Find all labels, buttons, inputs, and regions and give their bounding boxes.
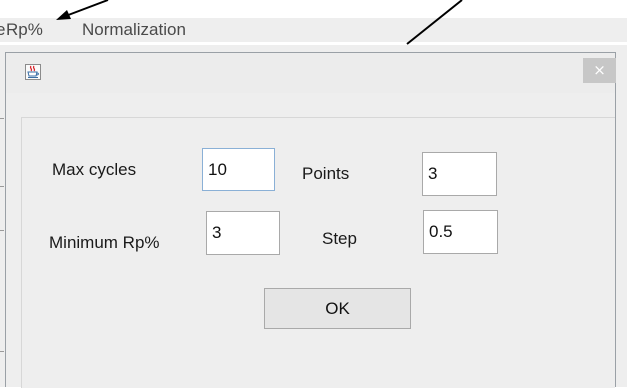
step-label: Step: [322, 229, 357, 248]
menu-bar: e Rp% Normalization: [0, 0, 627, 45]
background-divider: [0, 351, 4, 352]
points-label: Points: [302, 164, 350, 183]
minimum-rp-label: Minimum Rp%: [49, 233, 160, 252]
max-cycles-input[interactable]: [202, 148, 275, 191]
background-divider: [0, 230, 4, 231]
step-input[interactable]: [423, 210, 498, 254]
menu-item-rp-percent[interactable]: Rp%: [6, 20, 43, 40]
ok-button[interactable]: OK: [264, 288, 411, 329]
parameters-dialog: × Max cycles Points Minimum Rp% Step OK: [5, 52, 616, 388]
java-coffee-cup-icon: [25, 64, 41, 80]
menu-item-partial[interactable]: e: [0, 20, 5, 40]
minimum-rp-input[interactable]: [206, 211, 280, 255]
max-cycles-label: Max cycles: [52, 160, 137, 179]
close-button[interactable]: ×: [583, 58, 616, 83]
background-divider: [0, 186, 4, 187]
background-divider: [0, 118, 4, 119]
points-input[interactable]: [422, 152, 497, 196]
menu-item-normalization[interactable]: Normalization: [82, 20, 186, 40]
dialog-title-bar: ×: [6, 53, 616, 93]
